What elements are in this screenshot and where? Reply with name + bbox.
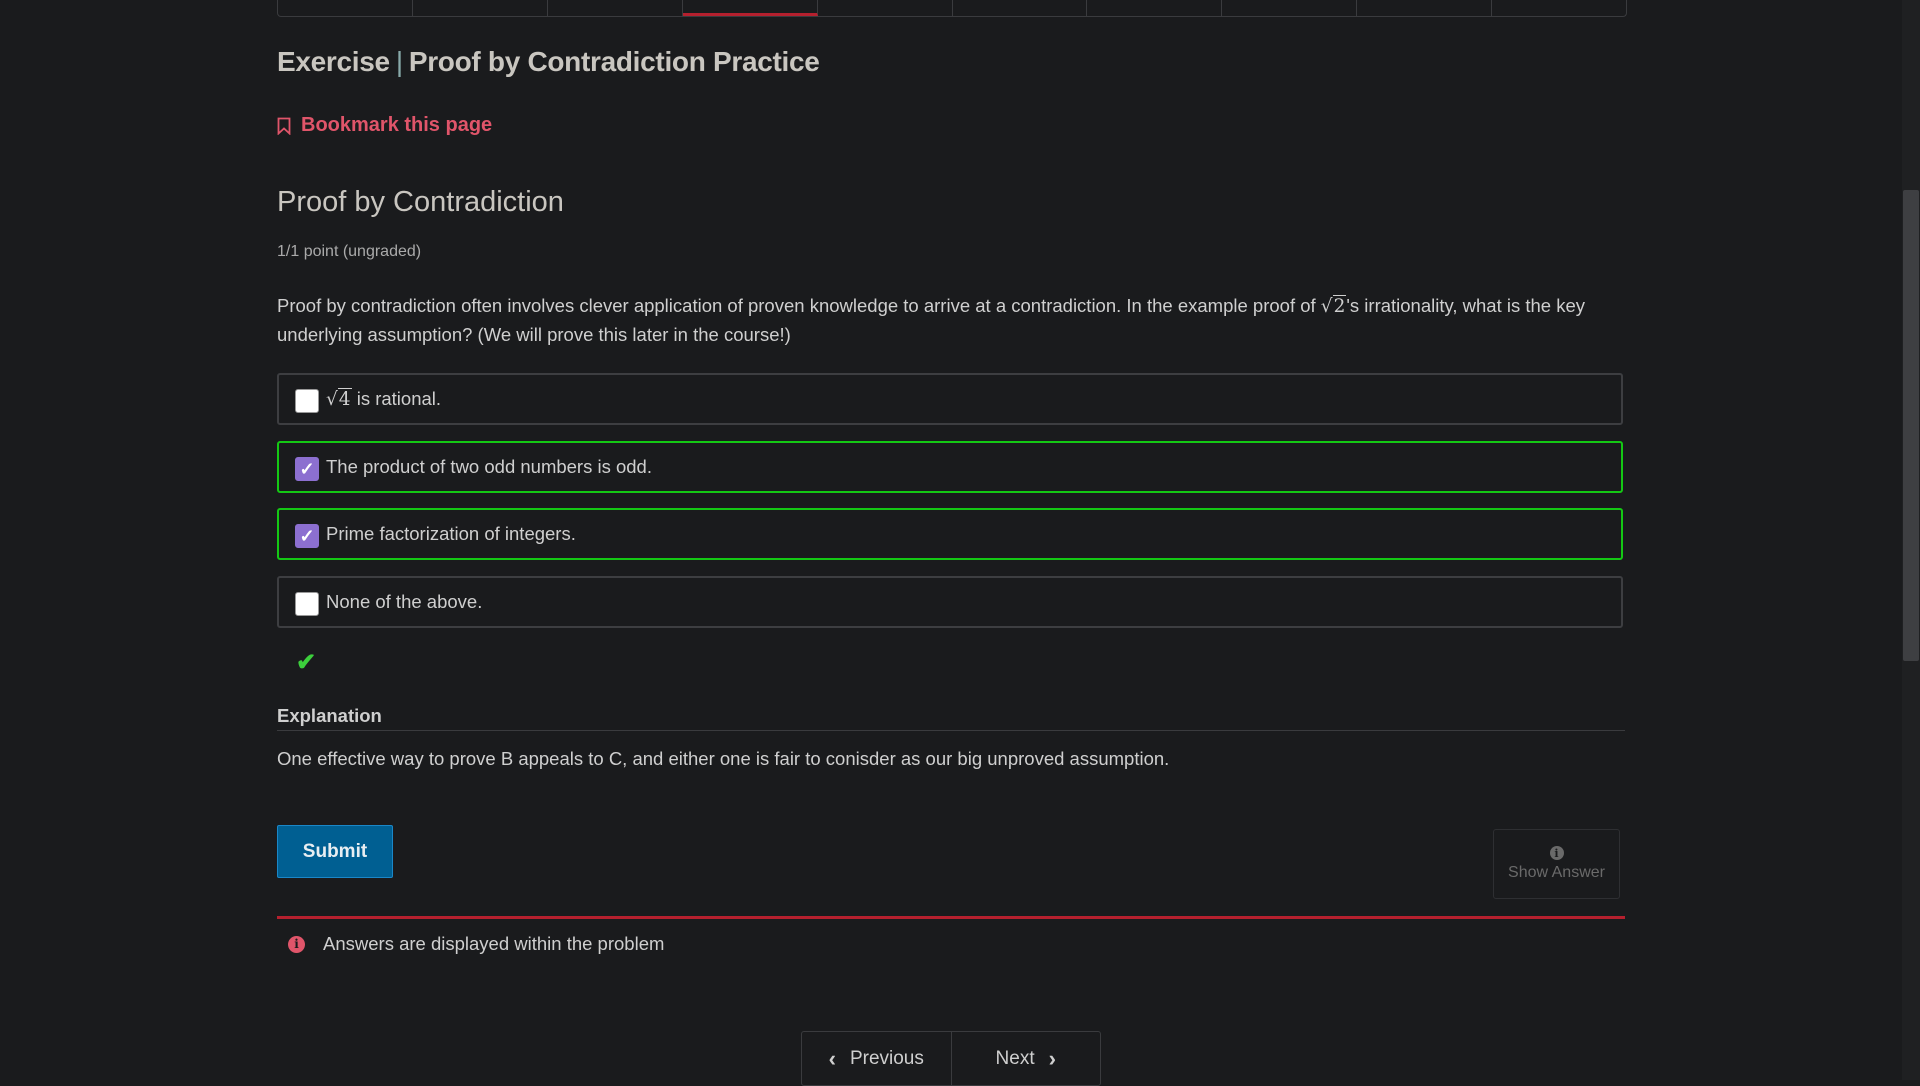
sqrt-radicand: 4 — [337, 387, 352, 410]
problem-title: Proof by Contradiction — [277, 186, 564, 218]
option-label: None of the above. — [326, 591, 483, 612]
next-label: Next — [995, 1047, 1035, 1069]
next-button[interactable]: Next › — [950, 1032, 1101, 1085]
checkbox[interactable] — [295, 389, 319, 413]
previous-button[interactable]: ‹ Previous — [802, 1032, 951, 1085]
show-answer-button[interactable]: i Show Answer — [1493, 829, 1620, 899]
explanation-divider — [277, 730, 1625, 731]
submit-button[interactable]: Submit — [277, 825, 393, 878]
sqrt-radicand: 2 — [1332, 295, 1347, 317]
correct-check-icon: ✔ — [296, 649, 317, 676]
option-label: The product of two odd numbers is odd. — [326, 456, 652, 477]
notice-divider — [277, 916, 1625, 919]
chevron-left-icon: ‹ — [828, 1045, 836, 1071]
info-icon: i — [288, 935, 305, 953]
unit-tab[interactable] — [1492, 0, 1626, 16]
unit-tab[interactable] — [953, 0, 1088, 16]
option-label: is rational. — [351, 388, 442, 409]
pagination: ‹ Previous Next › — [801, 1031, 1101, 1086]
sqrt-math: √2 — [1320, 295, 1347, 317]
checkbox-checked[interactable]: ✓ — [295, 457, 319, 481]
unit-tab[interactable] — [278, 0, 413, 16]
scrollbar-thumb[interactable] — [1903, 190, 1919, 661]
unit-tab-active[interactable] — [682, 0, 818, 16]
question-text: Proof by contradiction often involves cl… — [277, 292, 1625, 349]
chevron-right-icon: › — [1048, 1045, 1056, 1071]
bookmark-button[interactable]: Bookmark this page — [277, 114, 492, 137]
page-title: Exercise | Proof by Contradiction Practice — [277, 46, 820, 78]
checkbox[interactable] — [295, 592, 319, 616]
bookmark-icon — [277, 117, 291, 135]
option-3[interactable]: None of the above. — [277, 576, 1623, 628]
explanation-text: One effective way to prove B appeals to … — [277, 748, 1170, 769]
unit-tab[interactable] — [413, 0, 548, 16]
checkbox-checked[interactable]: ✓ — [295, 524, 319, 548]
option-label: Prime factorization of integers. — [326, 523, 576, 544]
title-prefix: Exercise — [277, 46, 390, 77]
answer-notice: i Answers are displayed within the probl… — [288, 933, 664, 955]
notice-text: Answers are displayed within the problem — [323, 933, 665, 954]
title-main: Proof by Contradiction Practice — [408, 46, 820, 77]
question-part1: Proof by contradiction often involves cl… — [277, 295, 1321, 316]
option-0[interactable]: √4 is rational. — [277, 373, 1623, 425]
unit-tab[interactable] — [1357, 0, 1493, 16]
title-separator: | — [395, 46, 403, 77]
checkmark-icon: ✓ — [299, 458, 315, 479]
bookmark-label: Bookmark this page — [301, 114, 493, 136]
info-icon: i — [1549, 846, 1564, 860]
option-2[interactable]: ✓ Prime factorization of integers. — [277, 508, 1623, 560]
previous-label: Previous — [849, 1047, 924, 1069]
unit-tabs — [277, 0, 1627, 17]
show-answer-label: Show Answer — [1508, 864, 1605, 881]
explanation-heading: Explanation — [277, 705, 382, 726]
unit-tab[interactable] — [1087, 0, 1223, 16]
unit-tab[interactable] — [818, 0, 953, 16]
problem-points: 1/1 point (ungraded) — [277, 243, 422, 260]
option-1[interactable]: ✓ The product of two odd numbers is odd. — [277, 441, 1623, 493]
sqrt-math: √4 — [326, 387, 352, 410]
unit-tab[interactable] — [548, 0, 683, 16]
checkmark-icon: ✓ — [299, 525, 315, 546]
unit-tab[interactable] — [1222, 0, 1358, 16]
